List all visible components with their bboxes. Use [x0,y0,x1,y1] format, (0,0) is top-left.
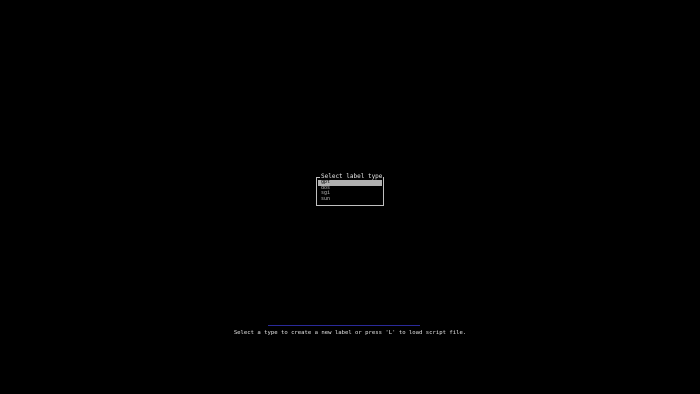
label-type-option-sun[interactable]: sun [318,196,382,203]
help-text: Select a type to create a new label or p… [233,330,467,336]
divider-line [268,325,420,326]
label-type-list: gpt dos sgi sun [318,179,382,203]
label-type-dialog: Select label type gpt dos sgi sun [316,173,384,206]
